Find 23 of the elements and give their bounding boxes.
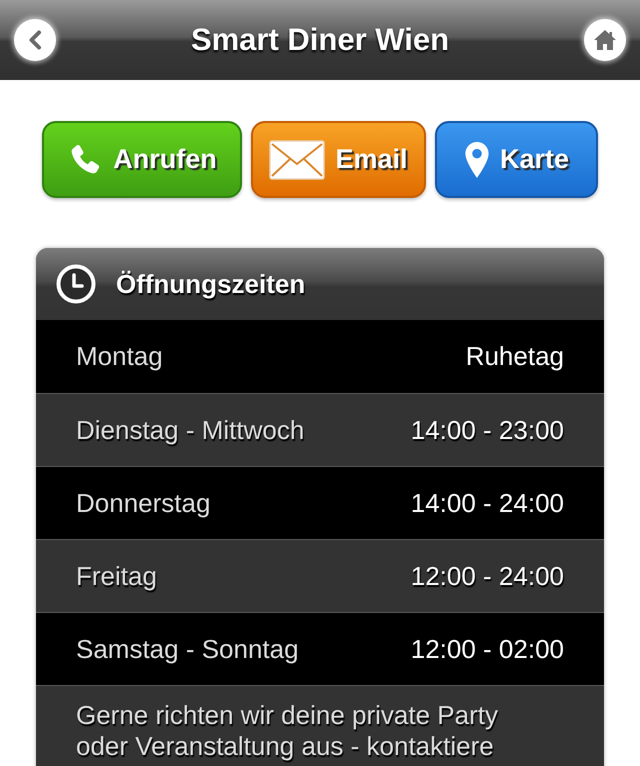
map-pin-icon xyxy=(464,140,490,178)
house-icon xyxy=(593,29,617,51)
hours-value: 12:00 - 24:00 xyxy=(410,560,564,592)
day-label: Donnerstag xyxy=(76,486,210,520)
map-button[interactable]: Karte xyxy=(435,121,598,198)
day-label: Freitag xyxy=(76,560,157,592)
hours-value: Ruhetag xyxy=(466,340,564,373)
note-text: Gerne richten wir deine private Party oder Veranstaltung aus - kontaktiere xyxy=(76,700,499,762)
email-button[interactable]: Email xyxy=(251,121,426,198)
hours-value: 12:00 - 02:00 xyxy=(410,632,564,666)
chevron-left-icon xyxy=(28,30,42,50)
hours-value: 14:00 - 24:00 xyxy=(410,486,564,520)
clock-icon xyxy=(56,264,96,304)
hours-value: 14:00 - 23:00 xyxy=(410,414,564,446)
call-button[interactable]: Anrufen xyxy=(42,121,242,198)
home-button[interactable] xyxy=(584,19,626,61)
panel-title: Öffnungszeiten xyxy=(116,268,306,300)
day-label: Montag xyxy=(76,340,163,373)
back-button[interactable] xyxy=(14,19,56,61)
page-title: Smart Diner Wien xyxy=(190,20,450,59)
day-label: Samstag - Sonntag xyxy=(76,632,299,666)
envelope-icon xyxy=(269,140,326,180)
day-label: Dienstag - Mittwoch xyxy=(76,414,304,446)
